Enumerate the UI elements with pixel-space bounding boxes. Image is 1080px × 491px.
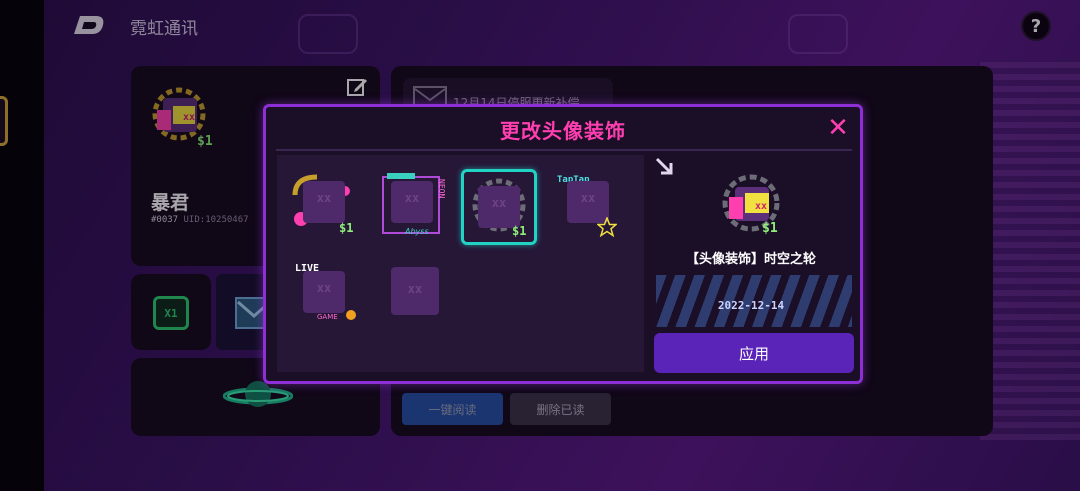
- modal-divider: [276, 149, 852, 151]
- star-icon: [597, 217, 617, 237]
- modal-title: 更改头像装饰: [500, 119, 626, 143]
- price-tag: $1: [339, 221, 354, 235]
- decoration-item[interactable]: LIVE xx GAME: [289, 255, 359, 325]
- close-icon[interactable]: ✕: [826, 115, 850, 141]
- placeholder-face: xx: [407, 282, 423, 296]
- preview-price-tag: $1: [762, 221, 778, 236]
- decoration-grid: xx $1 xx NEON Abyss xx $1 TapTap xx LIVE…: [277, 155, 644, 372]
- apply-button[interactable]: 应用: [654, 333, 854, 373]
- placeholder-face: xx: [316, 281, 332, 295]
- placeholder-face: xx: [404, 191, 420, 205]
- placeholder-face: xx: [316, 191, 332, 205]
- svg-text:xx: xx: [755, 201, 767, 212]
- decoration-name: 【头像装饰】时空之轮: [685, 252, 816, 267]
- neon-text: NEON: [437, 179, 446, 199]
- abyss-text: Abyss: [405, 227, 429, 236]
- placeholder-face: xx: [580, 191, 596, 205]
- decoration-item-selected[interactable]: xx $1: [461, 169, 537, 245]
- price-tag: $1: [512, 224, 527, 238]
- avatar-decoration-modal: 更改头像装饰 ✕ xx $1 xx NEON Abyss xx $1 TapTa…: [263, 104, 863, 384]
- orange-ball-icon: [346, 310, 356, 320]
- preview-avatar-icon: xx: [722, 174, 780, 232]
- decoration-item-empty[interactable]: xx: [377, 255, 447, 325]
- decoration-item[interactable]: xx $1: [289, 169, 359, 239]
- game-text: GAME: [317, 313, 338, 321]
- decoration-item[interactable]: xx NEON Abyss: [377, 169, 447, 239]
- decoration-item[interactable]: TapTap xx: [553, 169, 623, 239]
- decoration-date: 2022-12-14: [717, 299, 785, 312]
- placeholder-face: xx: [491, 196, 507, 210]
- arrow-down-right-icon: [655, 157, 673, 175]
